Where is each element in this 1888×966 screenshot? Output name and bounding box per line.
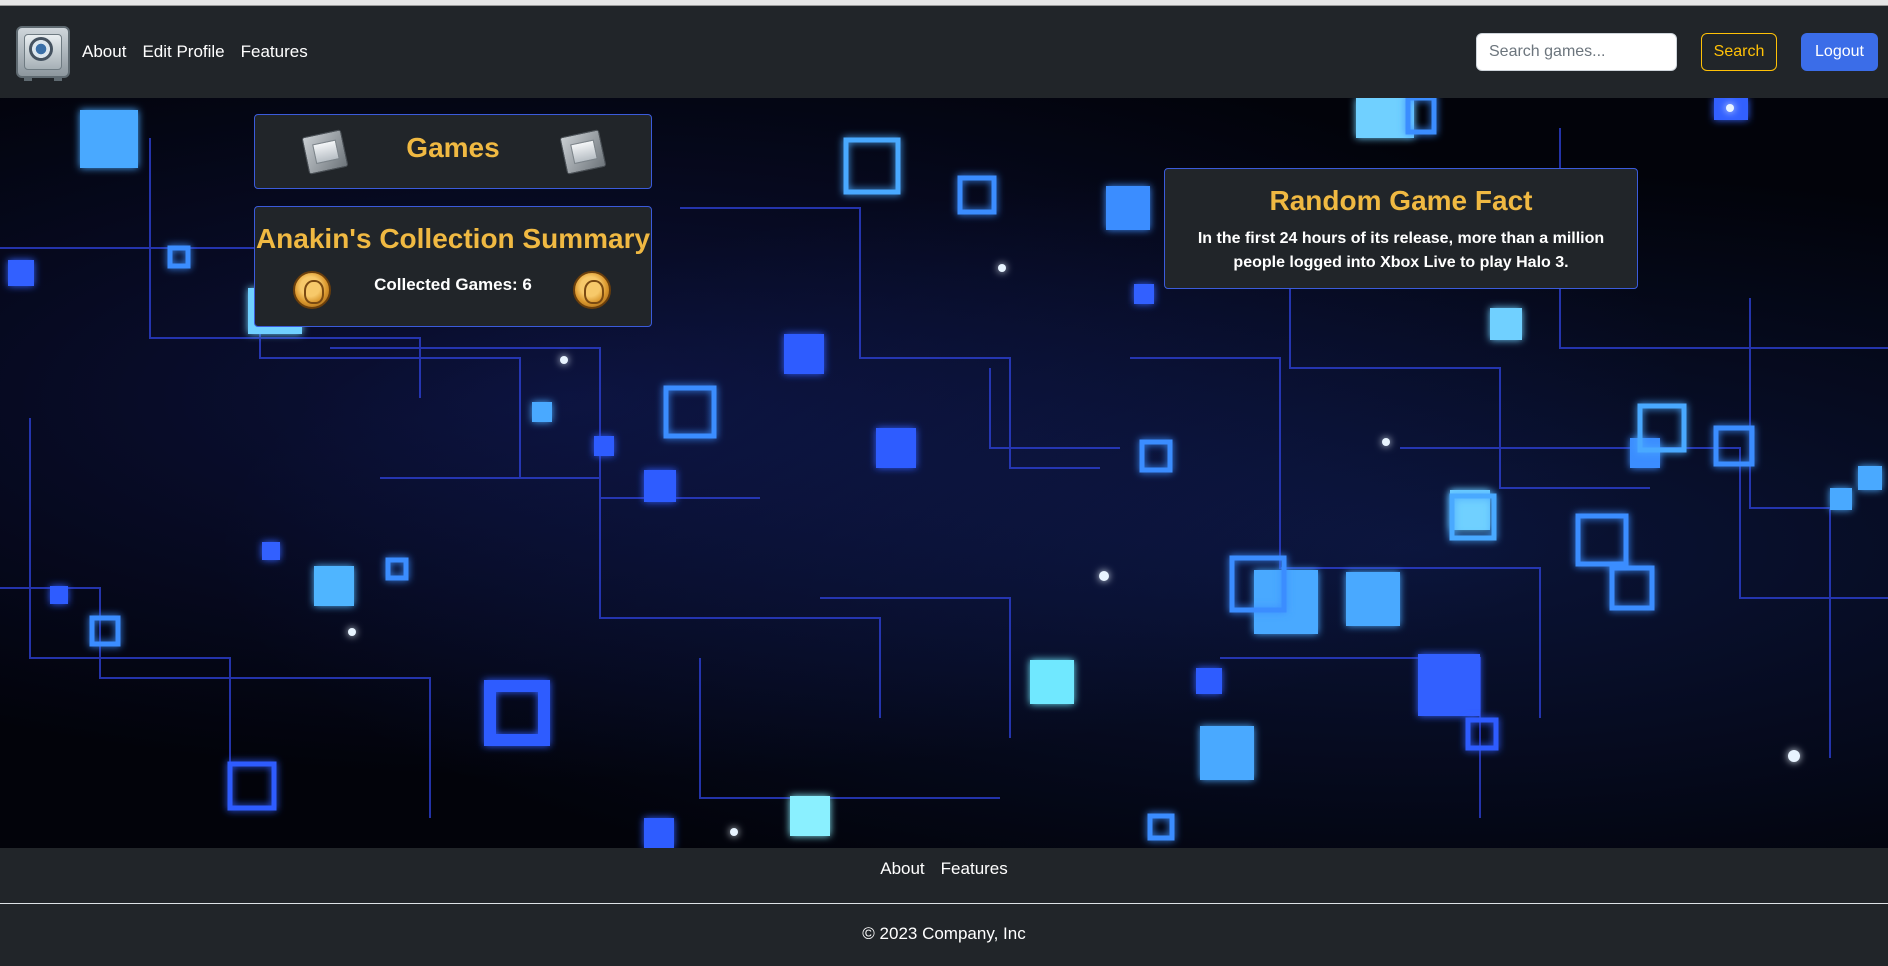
cartridge-icon [559,129,607,175]
nav-link-features[interactable]: Features [241,42,308,62]
search-button[interactable]: Search [1701,33,1777,71]
safe-logo-icon[interactable] [16,26,70,81]
top-navbar: About Edit Profile Features Search Logou… [0,6,1888,98]
games-card: Games [254,114,652,189]
collection-summary-title: Anakin's Collection Summary [255,223,651,254]
random-game-fact-text: In the first 24 hours of its release, mo… [1197,230,1605,271]
nav-links: About Edit Profile Features [82,42,324,62]
footer-links: About Features [0,859,1888,879]
random-game-fact-title: Random Game Fact [1269,185,1533,216]
footer-link-about[interactable]: About [880,859,924,879]
page-footer: About Features © 2023 Company, Inc [0,848,1888,966]
collection-summary-card: Anakin's Collection Summary Collected Ga… [254,206,652,327]
random-game-fact-card: Random Game Fact In the first 24 hours o… [1164,168,1638,289]
nav-link-about[interactable]: About [82,42,126,62]
gold-coin-icon [573,271,611,309]
footer-divider [0,903,1888,904]
logout-button[interactable]: Logout [1801,33,1878,71]
search-input[interactable] [1476,33,1677,71]
hero-background: Games Anakin's Collection Summary Collec… [0,98,1888,848]
copyright-text: © 2023 Company, Inc [862,924,1026,943]
nav-link-edit-profile[interactable]: Edit Profile [142,42,224,62]
footer-link-features[interactable]: Features [941,859,1008,879]
